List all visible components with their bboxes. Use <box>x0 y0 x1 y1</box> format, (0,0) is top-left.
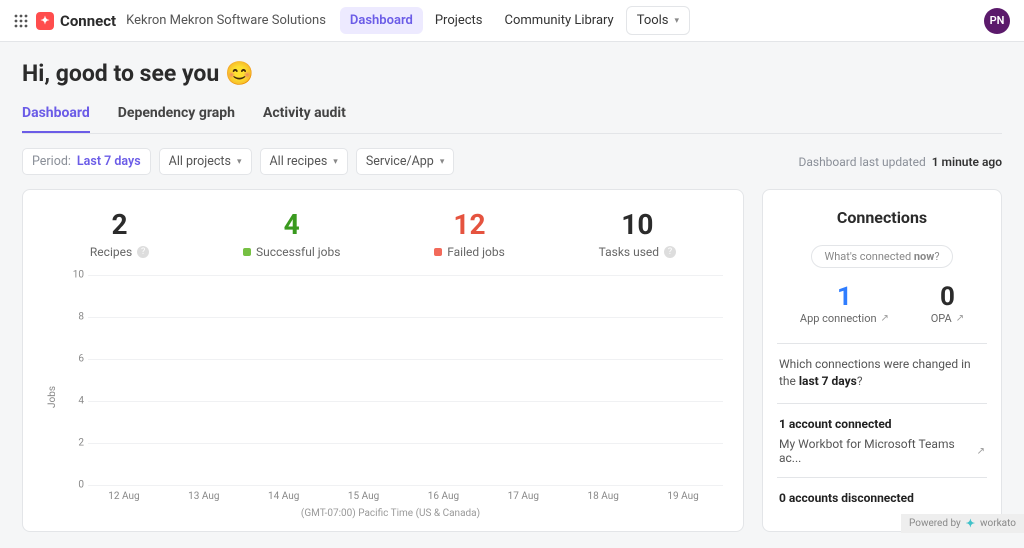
apps-grid-icon[interactable] <box>14 14 28 28</box>
stat-failed-jobs[interactable]: 12 Failed jobs <box>434 208 505 259</box>
nav-community-library[interactable]: Community Library <box>495 7 624 34</box>
tab-activity-audit[interactable]: Activity audit <box>263 101 346 133</box>
powered-by-footer[interactable]: Powered by ✦ workato <box>901 514 1024 533</box>
connections-card: Connections What's connected now? 1 App … <box>762 189 1002 532</box>
tab-dependency-graph[interactable]: Dependency graph <box>118 101 235 133</box>
chart-timezone: (GMT-07:00) Pacific Time (US & Canada) <box>58 508 723 519</box>
filter-projects[interactable]: All projects▾ <box>159 148 252 175</box>
external-link-icon: ↗ <box>881 313 889 324</box>
filter-recipes[interactable]: All recipes▾ <box>260 148 348 175</box>
connections-subtitle: What's connected now? <box>811 245 952 268</box>
legend-dot-failed <box>434 248 442 256</box>
nav-tools[interactable]: Tools ▾ <box>626 6 690 35</box>
nav-projects[interactable]: Projects <box>425 7 493 34</box>
connections-changed-text: Which connections were changed in the la… <box>779 356 985 391</box>
help-icon[interactable]: ? <box>137 246 149 258</box>
product-name: Connect <box>60 12 116 30</box>
chart-y-label: Jobs <box>43 275 58 519</box>
filter-period[interactable]: Period: Last 7 days <box>22 148 151 175</box>
stat-successful-jobs[interactable]: 4 Successful jobs <box>243 208 340 259</box>
chevron-down-icon: ▾ <box>333 157 338 167</box>
shield-icon: ✦ <box>36 12 54 30</box>
connected-account-item[interactable]: My Workbot for Microsoft Teams ac... ↗ <box>779 437 985 465</box>
stat-app-connection[interactable]: 1 App connection↗ <box>800 282 889 325</box>
disconnected-count: 0 accounts disconnected <box>779 491 914 505</box>
overview-card: 2 Recipes? 4 Successful jobs 12 Failed j… <box>22 189 744 532</box>
external-link-icon: ↗ <box>956 313 964 324</box>
chevron-down-icon: ▾ <box>675 16 680 26</box>
chevron-down-icon: ▾ <box>440 157 445 167</box>
last-updated: Dashboard last updated 1 minute ago <box>798 155 1002 169</box>
top-nav: Dashboard Projects Community Library Too… <box>340 6 690 35</box>
chevron-down-icon: ▾ <box>237 157 242 167</box>
connections-title: Connections <box>779 208 985 227</box>
avatar[interactable]: PN <box>984 8 1010 34</box>
stat-recipes[interactable]: 2 Recipes? <box>90 208 149 259</box>
filter-service-app[interactable]: Service/App▾ <box>356 148 455 175</box>
nav-dashboard[interactable]: Dashboard <box>340 7 423 34</box>
external-link-icon: ↗ <box>977 446 985 457</box>
org-name[interactable]: Kekron Mekron Software Solutions <box>126 13 326 28</box>
stat-tasks-used[interactable]: 10 Tasks used? <box>599 208 676 259</box>
page-tabs: Dashboard Dependency graph Activity audi… <box>22 101 1002 134</box>
workato-logo-icon: ✦ <box>966 517 975 530</box>
tab-dashboard[interactable]: Dashboard <box>22 101 90 133</box>
greeting: Hi, good to see you 😊 <box>22 60 1002 87</box>
jobs-chart: 0246810 12 Aug13 Aug14 Aug15 Aug16 Aug17… <box>58 275 723 519</box>
connected-count: 1 account connected <box>779 417 892 431</box>
help-icon[interactable]: ? <box>664 246 676 258</box>
stat-opa[interactable]: 0 OPA↗ <box>931 282 964 325</box>
product-logo[interactable]: ✦ Connect <box>36 12 116 30</box>
legend-dot-success <box>243 248 251 256</box>
